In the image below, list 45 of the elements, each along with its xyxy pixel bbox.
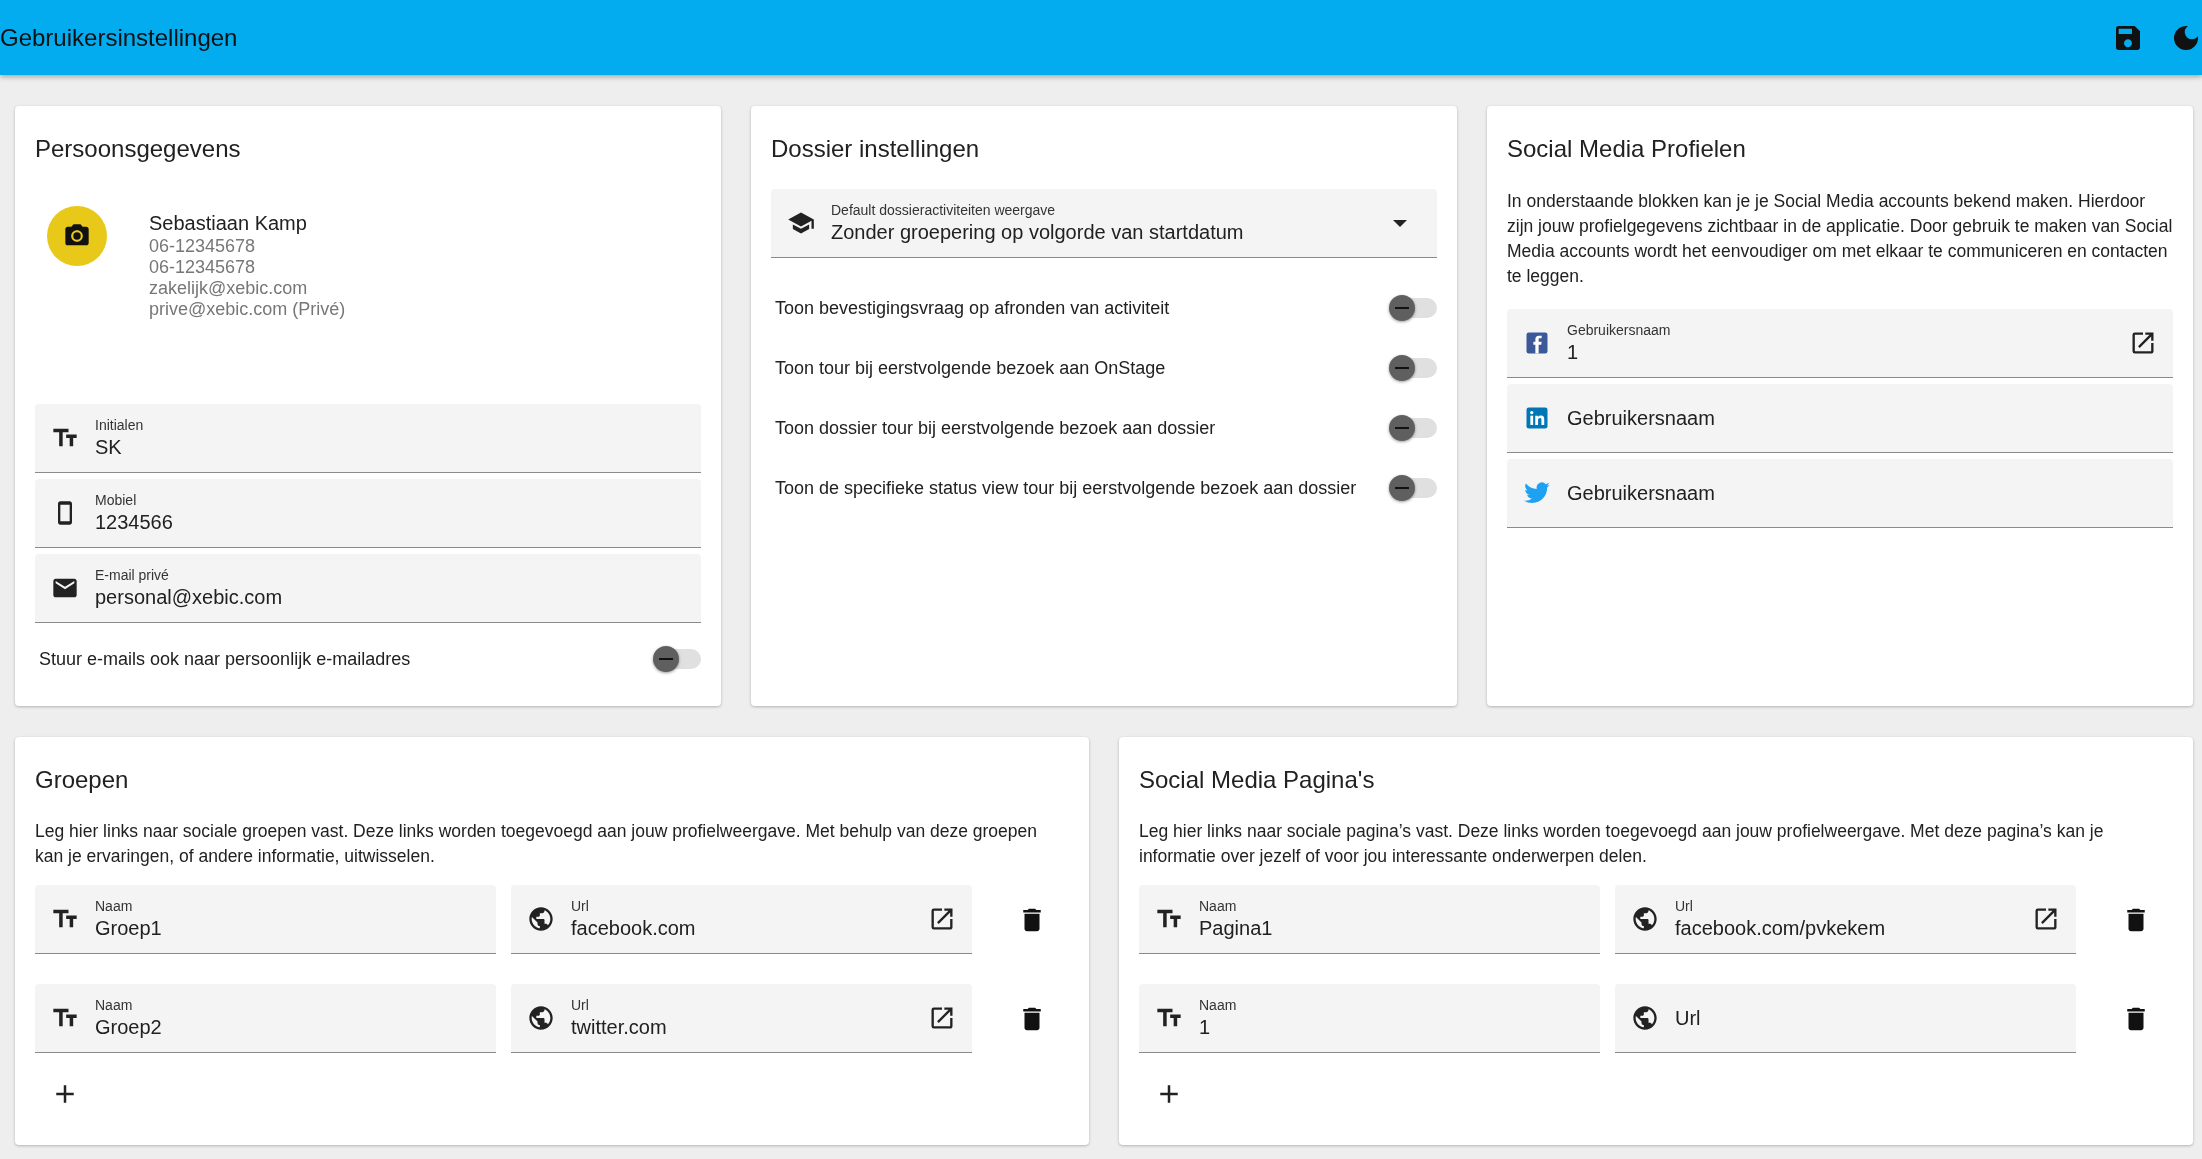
description-text: Leg hier links naar sociale pagina’s vast. Deze links worden toegevoegd aan jouw profielweergave. Met deze pagina’s kan je informatie over jezelf of voor jou interessante onderwerpen delen. xyxy=(1139,820,2105,868)
text-field[interactable]: Mobiel 1234566 xyxy=(35,479,701,548)
card-title: Persoonsgegevens xyxy=(35,134,242,164)
contact-detail: 06-12345678 xyxy=(149,257,257,278)
toggle-label: Toon de specifieke status view tour bij eerstvolgende bezoek aan dossier xyxy=(775,477,1357,499)
name-field[interactable]: Naam Groep1 xyxy=(35,885,496,954)
globe-icon xyxy=(1631,1004,1659,1032)
url-field[interactable]: Url facebook.com xyxy=(511,885,972,954)
url-field[interactable]: Url facebook.com/pvkekem xyxy=(1615,885,2076,954)
description-text: Leg hier links naar sociale groepen vast. Deze links worden toegevoegd aan jouw profielweergave. Met behulp van deze groepen kan je ervaringen, of andere informatie, uitwisselen. xyxy=(35,820,1039,868)
text-field[interactable]: Gebruikersnaam 1 xyxy=(1507,309,2173,378)
text-field[interactable]: Gebruikersnaam xyxy=(1507,459,2173,528)
card-title: Social Media Pagina's xyxy=(1139,765,1376,795)
globe-icon xyxy=(527,905,555,933)
text-field[interactable]: E-mail privé personal@xebic.com xyxy=(35,554,701,623)
avatar-button[interactable] xyxy=(47,206,107,266)
text-field[interactable]: Initialen SK xyxy=(35,404,701,473)
page-title: Gebruikersinstellingen xyxy=(0,23,238,52)
toggle-label: Toon bevestigingsvraag op afronden van activiteit xyxy=(775,297,1170,319)
url-field[interactable]: Url xyxy=(1615,984,2076,1053)
select-field[interactable]: Default dossieractiviteiten weergave Zonder groepering op volgorde van startdatum xyxy=(771,189,1437,258)
toggle-switch[interactable] xyxy=(1391,298,1437,318)
globe-icon xyxy=(527,1004,555,1032)
name-field[interactable]: Naam 1 xyxy=(1139,984,1600,1053)
text-field[interactable]: Gebruikersnaam xyxy=(1507,384,2173,453)
toggle-label: Toon dossier tour bij eerstvolgende bezoek aan dossier xyxy=(775,417,1216,439)
card-title: Groepen xyxy=(35,765,130,795)
person-name: Sebastiaan Kamp xyxy=(149,211,308,236)
card-title: Dossier instellingen xyxy=(771,134,981,164)
url-field[interactable]: Url twitter.com xyxy=(511,984,972,1053)
contact-detail: prive@xebic.com (Privé) xyxy=(149,299,346,320)
toggle-label: Toon tour bij eerstvolgende bezoek aan OnStage xyxy=(775,357,1166,379)
name-field[interactable]: Naam Pagina1 xyxy=(1139,885,1600,954)
toggle-switch[interactable] xyxy=(1391,418,1437,438)
card-title: Social Media Profielen xyxy=(1507,134,1747,164)
toggle-switch[interactable] xyxy=(1391,478,1437,498)
caret-icon xyxy=(1393,219,1407,227)
description-text: In onderstaande blokken kan je je Social Media accounts bekend maken. Hierdoor zijn jouw profielgegevens zichtbaar in de applicatie. Door gebruik te maken van Social Media accounts wordt het eenvoudiger om met elkaar te communiceren en contacten te leggen. xyxy=(1507,190,2173,288)
name-field[interactable]: Naam Groep2 xyxy=(35,984,496,1053)
toggle-label: Stuur e-mails ook naar persoonlijk e-mailadres xyxy=(39,648,411,670)
globe-icon xyxy=(1631,905,1659,933)
contact-detail: 06-12345678 xyxy=(149,236,257,257)
contact-detail: zakelijk@xebic.com xyxy=(149,278,309,299)
toggle-switch[interactable] xyxy=(1391,358,1437,378)
toggle-switch[interactable] xyxy=(655,649,701,669)
